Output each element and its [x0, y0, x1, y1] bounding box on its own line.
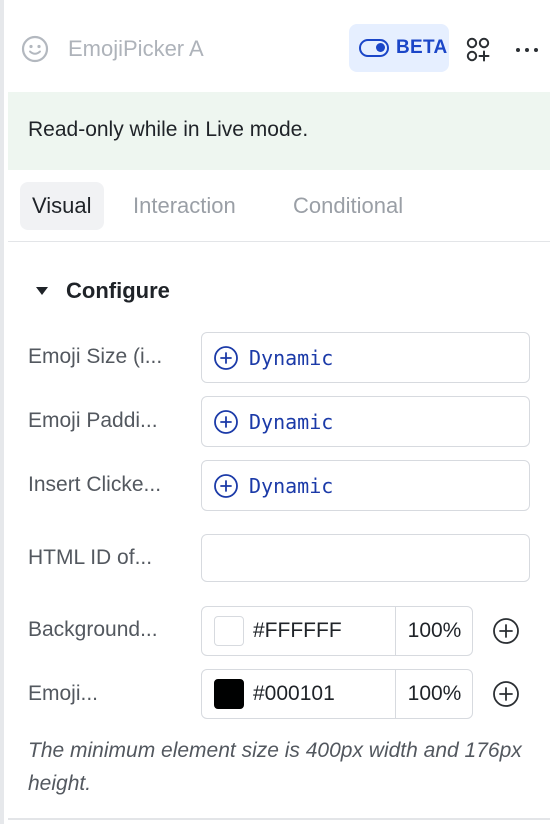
tab-interaction[interactable]: Interaction	[133, 182, 236, 230]
background-color-field[interactable]: #FFFFFF 100%	[201, 606, 473, 656]
toggle-icon	[359, 39, 389, 57]
color-hex-value[interactable]: #FFFFFF	[253, 619, 393, 643]
divider	[8, 818, 550, 820]
emoji-size-label: Emoji Size (i...	[28, 345, 163, 368]
caret-down-icon	[36, 287, 48, 295]
notice-text: Read-only while in Live mode.	[28, 118, 309, 141]
add-circle-icon[interactable]	[491, 616, 521, 646]
plus-circle-icon	[214, 473, 238, 498]
insert-clicked-label: Insert Clicke...	[28, 473, 162, 496]
beta-toggle-button[interactable]: BETA	[349, 24, 449, 72]
component-name[interactable]: EmojiPicker A	[68, 34, 204, 64]
section-title: Configure	[66, 278, 170, 303]
emoji-color-field[interactable]: #000101 100%	[201, 669, 473, 719]
add-circle-icon[interactable]	[491, 679, 521, 709]
min-size-hint: The minimum element size is 400px width …	[28, 739, 522, 795]
html-id-input[interactable]	[201, 534, 530, 582]
inspector-panel: EmojiPicker A BETA Read-only while in Li…	[0, 0, 550, 824]
plus-circle-icon	[214, 409, 238, 434]
emoji-padding-field[interactable]: Dynamic	[201, 396, 530, 447]
emoji-padding-label: Emoji Paddi...	[28, 409, 158, 432]
inspector-header: EmojiPicker A BETA	[8, 0, 550, 92]
opacity-value[interactable]: 100%	[395, 607, 473, 655]
emoji-color-label: Emoji...	[28, 682, 99, 705]
live-mode-notice: Read-only while in Live mode.	[8, 92, 550, 170]
html-id-label: HTML ID of...	[28, 546, 153, 569]
smiley-icon	[21, 35, 49, 63]
beta-label: BETA	[396, 37, 448, 58]
background-color-label: Background...	[28, 618, 158, 641]
emoji-size-field[interactable]: Dynamic	[201, 332, 530, 383]
color-swatch[interactable]	[214, 616, 244, 646]
dynamic-value: Dynamic	[249, 345, 334, 370]
component-grid-icon[interactable]	[463, 35, 493, 65]
more-icon[interactable]	[510, 35, 544, 65]
dynamic-value: Dynamic	[249, 409, 334, 434]
color-hex-value[interactable]: #000101	[253, 682, 393, 706]
inspector-tabs: Visual Interaction Conditional	[8, 170, 550, 242]
tab-conditional[interactable]: Conditional	[293, 182, 403, 230]
configure-section-toggle[interactable]: Configure	[36, 278, 170, 304]
color-swatch[interactable]	[214, 679, 244, 709]
insert-clicked-field[interactable]: Dynamic	[201, 460, 530, 511]
dynamic-value: Dynamic	[249, 473, 334, 498]
opacity-value[interactable]: 100%	[395, 670, 473, 718]
plus-circle-icon	[214, 345, 238, 370]
tab-visual[interactable]: Visual	[20, 182, 104, 230]
